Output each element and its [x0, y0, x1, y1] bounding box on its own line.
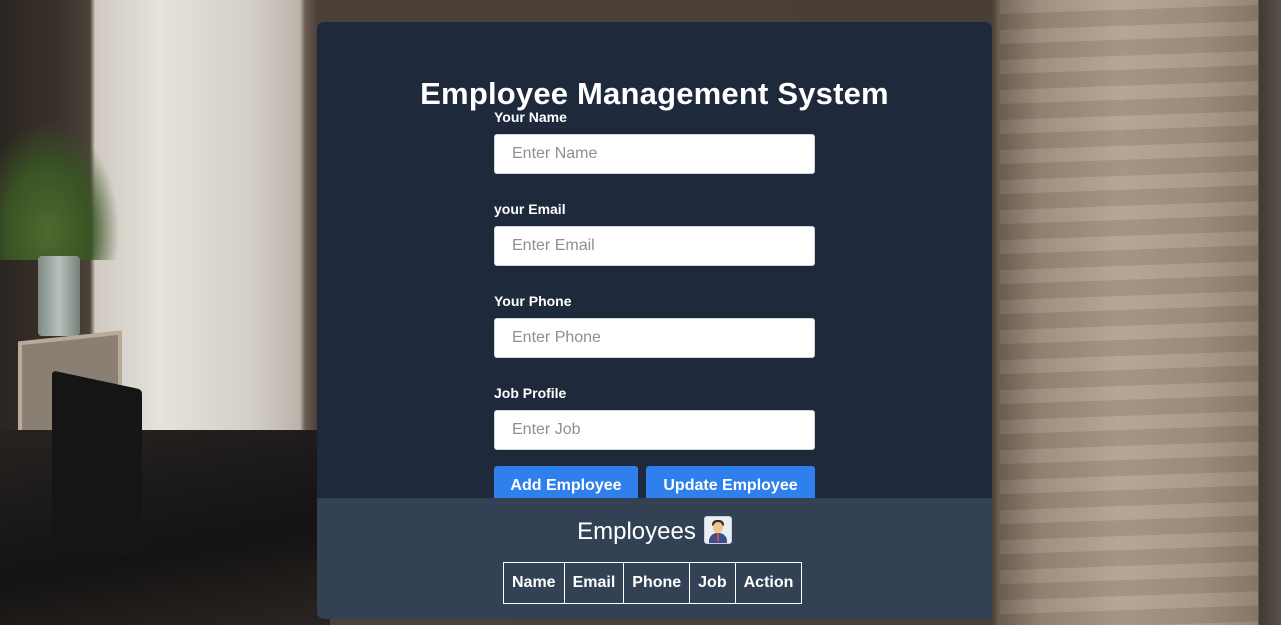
- phone-label: Your Phone: [494, 293, 572, 309]
- column-header-name: Name: [503, 562, 565, 604]
- email-label: your Email: [494, 201, 566, 217]
- name-input[interactable]: [494, 134, 815, 174]
- employees-table: Name Email Phone Job Action: [503, 562, 803, 604]
- employee-list-section: Employees Name Email Phone Job Action: [317, 498, 992, 619]
- column-header-action: Action: [734, 562, 803, 604]
- background-wood-wall: [1000, 0, 1258, 625]
- column-header-email: Email: [563, 562, 625, 604]
- employee-management-card: Employee Management System Your Name you…: [317, 22, 992, 619]
- email-input[interactable]: [494, 226, 815, 266]
- employee-form: Your Name your Email Your Phone Job Prof…: [494, 108, 815, 506]
- name-label: Your Name: [494, 109, 567, 125]
- column-header-phone: Phone: [623, 562, 691, 604]
- background-plant: [0, 120, 120, 260]
- column-header-job: Job: [689, 562, 736, 604]
- phone-input[interactable]: [494, 318, 815, 358]
- table-header-row: Name Email Phone Job Action: [503, 562, 803, 604]
- job-label: Job Profile: [494, 385, 567, 401]
- background-vase: [38, 256, 80, 336]
- employees-heading: Employees: [317, 516, 992, 545]
- employees-heading-text: Employees: [577, 518, 696, 545]
- man-office-worker-icon: [703, 516, 732, 544]
- page-title: Employee Management System: [420, 76, 889, 111]
- background-monitor: [52, 370, 142, 560]
- background-desk: [0, 430, 330, 625]
- job-input[interactable]: [494, 410, 815, 450]
